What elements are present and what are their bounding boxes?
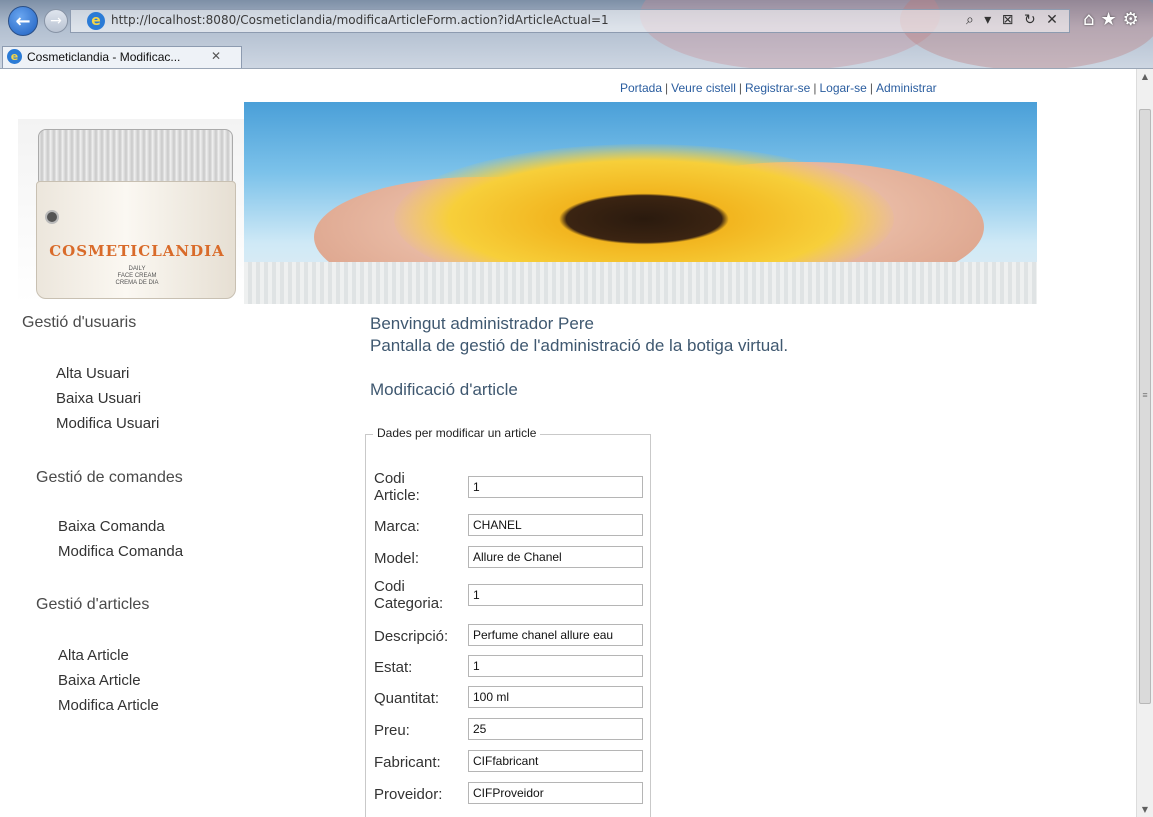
field-label: Preu: [374, 722, 410, 739]
descripcio-input[interactable] [468, 624, 643, 646]
nav-separator: | [738, 81, 742, 95]
close-icon[interactable]: ✕ [211, 49, 221, 63]
seal-icon [45, 210, 59, 224]
field-label: Categoria: [374, 595, 444, 612]
banner-towel [244, 262, 1037, 304]
preu-input[interactable] [468, 718, 643, 740]
logo-small-text: DAILY FACE CREAM CREMA DE DIA [37, 266, 237, 287]
nav-separator: | [665, 81, 669, 95]
sidebar-link-baixa-comanda[interactable]: Baixa Comanda [58, 518, 165, 535]
fabricant-input[interactable] [468, 750, 643, 772]
field-label: Marca: [374, 518, 420, 535]
proveidor-input[interactable] [468, 782, 643, 804]
favorites-star-icon[interactable]: ★ [1100, 9, 1122, 30]
form-legend: Dades per modificar un article [373, 426, 541, 440]
url-text[interactable]: http://localhost:8080/Cosmeticlandia/mod… [111, 13, 609, 27]
sidebar-link-modifica-article[interactable]: Modifica Article [58, 697, 159, 714]
model-input[interactable] [468, 546, 643, 568]
sidebar-link-modifica-usuari[interactable]: Modifica Usuari [56, 415, 159, 432]
home-icon[interactable]: ⌂ [1083, 9, 1100, 30]
sidebar-heading-articles: Gestió d'articles [36, 596, 150, 613]
browser-toolbar-icons: ⌂★⚙ [1083, 9, 1145, 30]
quantitat-input[interactable] [468, 686, 643, 708]
logo-small-line: CREMA DE DIA [115, 280, 159, 286]
nav-separator: | [869, 81, 873, 95]
field-label: Fabricant: [374, 754, 441, 771]
top-navigation: Portada | Veure cistell | Registrar-se | Logar… [620, 81, 937, 95]
codi-categoria-input[interactable] [468, 584, 643, 606]
logo-small-line: DAILY [128, 266, 146, 272]
ie-logo-icon: e [87, 12, 105, 30]
sidebar-heading-orders: Gestió de comandes [36, 469, 183, 486]
nav-link-administrar[interactable]: Administrar [876, 81, 937, 95]
scroll-up-arrow-icon[interactable]: ▲ [1137, 69, 1153, 85]
nav-link-registrar-se[interactable]: Registrar-se [745, 81, 810, 95]
logo-brand-text: COSMETICLANDIA [49, 242, 225, 260]
field-label: Proveidor: [374, 786, 443, 803]
address-controls[interactable]: ⌕ ▾ ⊠ ↻ ✕ [966, 12, 1061, 28]
nav-link-veure-cistell[interactable]: Veure cistell [671, 81, 736, 95]
settings-gear-icon[interactable]: ⚙ [1123, 9, 1145, 30]
logo-small-line: FACE CREAM [117, 273, 157, 279]
address-bar[interactable]: e http://localhost:8080/Cosmeticlandia/m… [70, 9, 1070, 33]
vertical-scrollbar[interactable]: ▲ ≡ ▼ [1136, 69, 1153, 817]
estat-input[interactable] [468, 655, 643, 677]
page-viewport: Portada | Veure cistell | Registrar-se | Logar… [0, 68, 1153, 817]
forward-arrow-icon[interactable]: → [44, 9, 68, 33]
sidebar-link-baixa-article[interactable]: Baixa Article [58, 672, 141, 689]
welcome-subtitle: Pantalla de gestió de l'administració de… [370, 336, 789, 355]
codi-article-input[interactable] [468, 476, 643, 498]
jar-lid [38, 129, 233, 184]
browser-tab[interactable]: e Cosmeticlandia - Modificac... ✕ [2, 46, 242, 68]
sidebar-link-modifica-comanda[interactable]: Modifica Comanda [58, 543, 183, 560]
nav-separator: | [813, 81, 817, 95]
field-label: Codi [374, 470, 405, 487]
scroll-down-arrow-icon[interactable]: ▼ [1137, 802, 1153, 817]
browser-chrome: ← → e http://localhost:8080/Cosmeticland… [0, 0, 1153, 68]
sidebar-link-alta-article[interactable]: Alta Article [58, 647, 129, 664]
field-label: Descripció: [374, 628, 449, 645]
ie-logo-icon: e [7, 49, 22, 64]
scroll-thumb[interactable]: ≡ [1139, 109, 1151, 704]
nav-link-portada[interactable]: Portada [620, 81, 662, 95]
sidebar-link-baixa-usuari[interactable]: Baixa Usuari [56, 390, 141, 407]
sidebar-heading-users: Gestió d'usuaris [22, 314, 137, 331]
field-label: Article: [374, 487, 420, 504]
back-arrow-icon[interactable]: ← [8, 6, 38, 36]
sidebar-link-alta-usuari[interactable]: Alta Usuari [56, 365, 129, 382]
page-title: Modificació d'article [370, 380, 518, 399]
nav-link-logar-se[interactable]: Logar-se [819, 81, 866, 95]
welcome-message: Benvingut administrador Pere [370, 314, 594, 333]
banner-image [244, 102, 1037, 304]
jar-body: COSMETICLANDIA DAILY FACE CREAM CREMA DE… [36, 181, 236, 299]
field-label: Model: [374, 550, 420, 567]
field-label: Estat: [374, 659, 413, 676]
field-label: Quantitat: [374, 690, 440, 707]
site-logo: COSMETICLANDIA DAILY FACE CREAM CREMA DE… [18, 119, 246, 304]
grip-icon: ≡ [1142, 390, 1148, 400]
marca-input[interactable] [468, 514, 643, 536]
field-label: Codi [374, 578, 405, 595]
tab-title: Cosmeticlandia - Modificac... [27, 50, 181, 64]
